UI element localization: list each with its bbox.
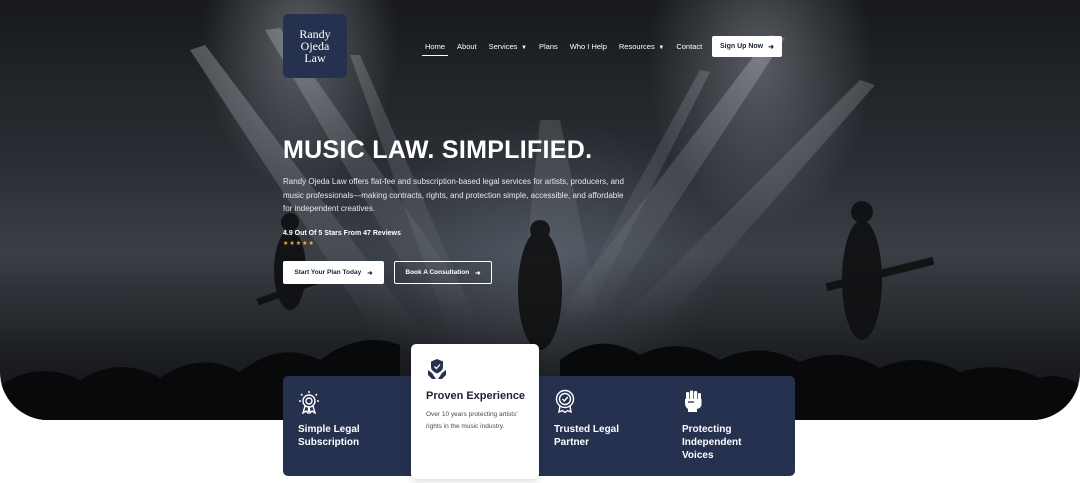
shield-hands-icon — [428, 359, 446, 379]
nav-item-contact[interactable]: Contact — [676, 42, 702, 51]
badge-check-icon — [555, 389, 575, 413]
nav-item-resources[interactable]: Resources ▼ — [619, 42, 664, 51]
feature-4-title-line-3: Voices — [682, 450, 714, 461]
sign-up-label: Sign Up Now — [719, 43, 764, 50]
start-plan-button[interactable]: Start Your Plan Today ➜ — [283, 261, 384, 284]
main-nav: Home About Services ▼ Plans Who I Help R… — [421, 36, 714, 56]
feature-4-title-line-1: Protecting — [682, 424, 732, 435]
feature-trusted-partner-title: Trusted Legal Partner — [554, 423, 619, 449]
feature-proven-experience-title: Proven Experience — [426, 390, 526, 402]
start-plan-label: Start Your Plan Today — [294, 269, 362, 276]
arrow-right-icon: ➜ — [768, 43, 775, 51]
feature-3-title-line-2: Partner — [554, 437, 590, 448]
arrow-right-icon: ➜ — [367, 269, 373, 277]
star-rating-icon: ★★★★★ — [283, 241, 315, 247]
feature-4-title-line-2: Independent — [682, 437, 742, 448]
feature-1-title-line-1: Simple Legal — [298, 424, 360, 435]
nav-item-plans[interactable]: Plans — [539, 42, 558, 51]
feature-protecting-voices-title: Protecting Independent Voices — [682, 423, 741, 462]
nav-item-services[interactable]: Services ▼ — [489, 42, 527, 51]
sign-up-button[interactable]: Sign Up Now ➜ — [712, 36, 782, 57]
feature-simple-subscription-title: Simple Legal Subscription — [298, 423, 360, 449]
award-icon — [299, 391, 319, 414]
book-consultation-label: Book A Consultation — [405, 269, 470, 276]
book-consultation-button[interactable]: Book A Consultation ➜ — [394, 261, 492, 284]
chevron-down-icon: ▼ — [519, 44, 527, 51]
nav-item-who-i-help[interactable]: Who I Help — [570, 42, 607, 51]
arrow-right-icon: ➜ — [475, 269, 481, 277]
nav-item-resources-label: Resources — [618, 41, 655, 51]
hero-headline: MUSIC LAW. SIMPLIFIED. — [283, 136, 593, 164]
logo-line-3: Law — [304, 51, 326, 65]
chevron-down-icon: ▼ — [656, 44, 665, 51]
feature-1-title-line-2: Subscription — [298, 437, 360, 448]
feature-proven-experience-text: Over 10 years protecting artists' rights… — [426, 411, 518, 430]
feature-3-title-line-1: Trusted Legal — [554, 424, 620, 435]
nav-item-home[interactable]: Home — [421, 42, 449, 56]
raised-fist-icon — [685, 390, 702, 412]
hero-description: Randy Ojeda Law offers flat-fee and subs… — [283, 177, 624, 213]
nav-item-about[interactable]: About — [457, 42, 477, 51]
site-logo[interactable]: Randy Ojeda Law — [283, 14, 347, 78]
nav-item-services-label: Services — [488, 41, 518, 51]
rating-text: 4.9 Out Of 5 Stars From 47 Reviews — [283, 230, 401, 237]
